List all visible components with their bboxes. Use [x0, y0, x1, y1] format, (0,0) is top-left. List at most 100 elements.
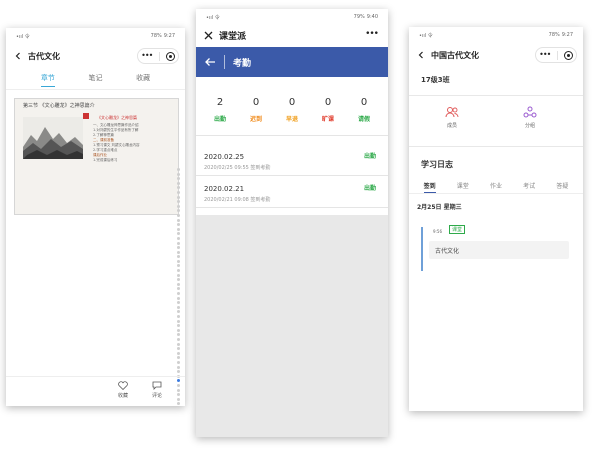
page-dot[interactable]: [176, 310, 180, 314]
page-dot[interactable]: [176, 181, 180, 185]
comment-button[interactable]: 评论: [152, 381, 162, 399]
page-dot[interactable]: [176, 333, 180, 337]
page-dot[interactable]: [176, 360, 180, 364]
record-date: 2020.02.21: [204, 185, 245, 193]
page-dot[interactable]: [176, 250, 180, 254]
page-dot[interactable]: [176, 269, 180, 273]
page-dot[interactable]: [176, 273, 180, 277]
log-entry-card[interactable]: 古代文化: [429, 241, 569, 259]
tab-favorites[interactable]: 收藏: [136, 73, 150, 86]
page-indicator[interactable]: [176, 168, 180, 406]
comment-label: 评论: [152, 393, 163, 399]
page-dot[interactable]: [176, 287, 180, 291]
back-chevron-icon[interactable]: [415, 49, 427, 61]
page-dot[interactable]: [176, 282, 180, 286]
stats-divider: [196, 135, 388, 136]
page-dot[interactable]: [176, 328, 180, 332]
page-dot[interactable]: [176, 305, 180, 309]
page-dot[interactable]: [176, 351, 180, 355]
groups-button[interactable]: 分组: [523, 106, 537, 129]
page-dot[interactable]: [176, 213, 180, 217]
page-dot[interactable]: [176, 190, 180, 194]
page-dot[interactable]: [176, 200, 180, 204]
page-dot[interactable]: [176, 337, 180, 341]
page-dot[interactable]: [176, 186, 180, 190]
stat-absent: 0 旷课: [313, 97, 343, 123]
battery-level: 79%: [353, 14, 365, 20]
page-title: 中国古代文化: [431, 50, 479, 60]
tab-notes[interactable]: 笔记: [88, 73, 102, 86]
heart-icon: [118, 381, 128, 390]
page-dot[interactable]: [176, 278, 180, 282]
miniapp-capsule: •••: [535, 47, 577, 63]
page-dot[interactable]: [176, 370, 180, 374]
attendance-record[interactable]: 2020.02.25 2020/02/25 09:55 签到考勤 出勤: [196, 144, 388, 176]
tab-exam[interactable]: 考试: [523, 181, 535, 192]
comment-icon: [152, 381, 162, 390]
page-dot[interactable]: [176, 218, 180, 222]
page-dot[interactable]: [176, 259, 180, 263]
stat-count: 0: [360, 97, 368, 108]
stat-count: 0: [324, 97, 332, 108]
favorite-button[interactable]: 收藏: [118, 381, 128, 399]
document-body: 一、文心雕龙神思篇作品介绍 1.对刘勰的生平作品有所了解 2.了解神思篇 二、课…: [93, 123, 173, 163]
signal-indicator: •ııl 令: [16, 33, 30, 40]
section-divider: [409, 146, 583, 147]
more-icon[interactable]: •••: [141, 52, 153, 60]
tab-qa[interactable]: 答疑: [556, 181, 568, 192]
stat-early-leave: 0 早退: [277, 97, 307, 123]
close-target-icon[interactable]: [165, 51, 175, 61]
page-dot[interactable]: [176, 246, 180, 250]
back-arrow-icon[interactable]: [204, 57, 216, 67]
page-dot[interactable]: [176, 168, 180, 171]
tab-checkin[interactable]: 签到: [423, 181, 436, 193]
back-chevron-icon[interactable]: [12, 50, 24, 62]
battery-level: 78%: [150, 33, 162, 39]
page-dot[interactable]: [176, 236, 180, 240]
page-dot[interactable]: [176, 209, 180, 213]
page-title: 古代文化: [28, 51, 60, 61]
page-dot[interactable]: [176, 324, 180, 328]
miniapp-capsule: •••: [137, 48, 179, 64]
page-dot[interactable]: [176, 292, 180, 296]
page-dot[interactable]: [176, 172, 180, 176]
page-dot[interactable]: [176, 342, 180, 346]
seal-stamp-icon: [83, 113, 89, 119]
record-date: 2020.02.25: [204, 153, 245, 161]
page-dot[interactable]: [176, 301, 180, 305]
page-dot[interactable]: [176, 241, 180, 245]
page-dot[interactable]: [176, 356, 180, 360]
nav-bar: 古代文化 •••: [6, 44, 185, 68]
close-target-icon[interactable]: [563, 50, 573, 60]
page-dot[interactable]: [176, 319, 180, 323]
page-dot[interactable]: [176, 227, 180, 231]
page-dot[interactable]: [176, 177, 180, 181]
log-date: 2月25日 星期三: [417, 204, 462, 211]
attendance-record[interactable]: 2020.02.21 2020/02/21 09:08 签到考勤 出勤: [196, 176, 388, 208]
page-dot[interactable]: [176, 365, 180, 369]
page-dot[interactable]: [176, 296, 180, 300]
chapter-document[interactable]: 第三节 《文心雕龙》之神思篇介 《文心雕龙》之神思篇 一、文心雕龙神思篇作品介绍…: [14, 98, 179, 215]
more-icon[interactable]: •••: [365, 29, 379, 39]
tab-homework[interactable]: 作业: [490, 181, 502, 192]
page-dot[interactable]: [176, 204, 180, 208]
stat-late: 0 迟到: [241, 97, 271, 123]
nav-bar: 课堂派 •••: [196, 25, 388, 45]
page-dot[interactable]: [176, 195, 180, 199]
page-dot[interactable]: [176, 315, 180, 318]
favorite-label: 收藏: [118, 393, 129, 399]
stat-label: 早退: [285, 116, 298, 123]
members-button[interactable]: 成员: [445, 106, 459, 129]
page-dot[interactable]: [176, 223, 180, 227]
page-dot[interactable]: [176, 347, 180, 351]
more-icon[interactable]: •••: [539, 51, 551, 59]
page-dot[interactable]: [176, 255, 180, 259]
tab-classroom[interactable]: 课堂: [457, 181, 469, 192]
tab-chapters[interactable]: 章节: [40, 73, 55, 87]
nav-bar: 中国古代文化 •••: [409, 43, 583, 67]
page-dot[interactable]: [176, 232, 180, 236]
page-dot[interactable]: [176, 264, 180, 268]
close-icon[interactable]: [204, 31, 213, 40]
status-time: 9:40: [366, 14, 378, 20]
status-right: 78% 9:27: [151, 33, 175, 39]
